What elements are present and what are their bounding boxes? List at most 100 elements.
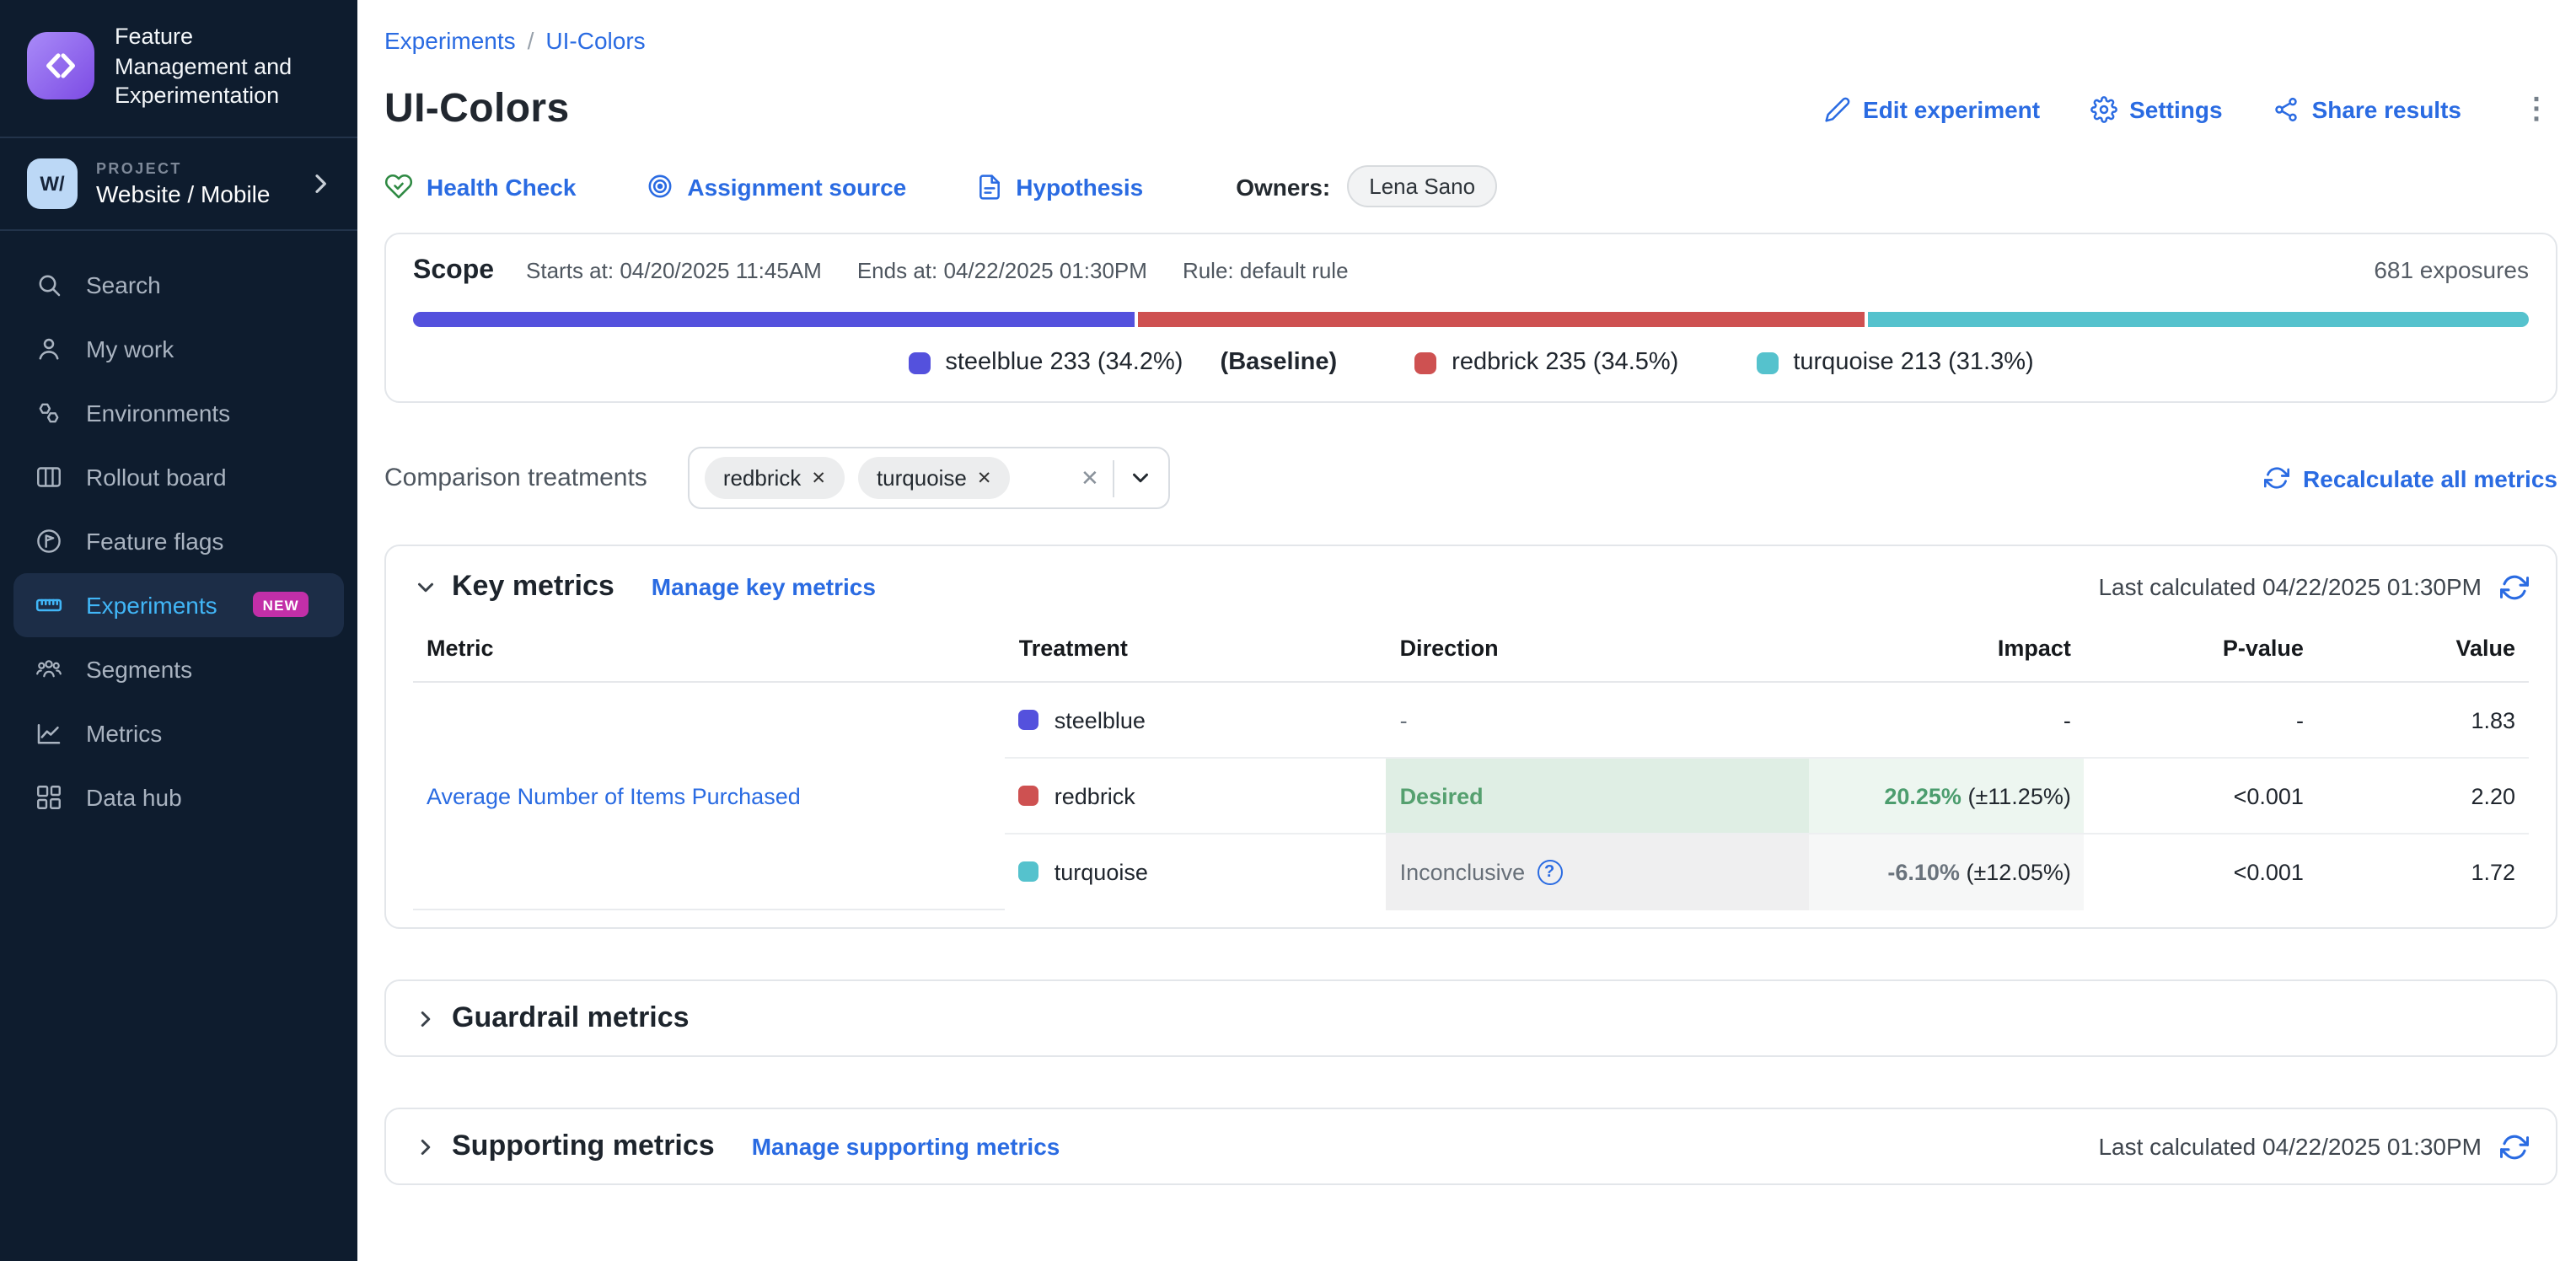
sidebar-item-environments[interactable]: Environments [13,380,344,444]
app-title: Feature Management and Experimentation [115,22,330,110]
pencil-icon [1824,96,1851,123]
steelblue-swatch [1019,710,1039,730]
impact-cell: -6.10% (±12.05%) [1810,834,2085,910]
chart-line-icon [34,717,64,748]
col-metric: Metric [413,622,1006,682]
breadcrumb-current-link[interactable]: UI-Colors [545,27,645,54]
project-switcher[interactable]: W/ PROJECT Website / Mobile [0,137,357,230]
search-icon [34,269,64,299]
sidebar-item-rollout-board[interactable]: Rollout board [13,444,344,508]
comparison-treatments-select[interactable]: redbrick ✕ turquoise ✕ ✕ [688,447,1170,509]
expand-chevron-right-icon[interactable] [413,1006,438,1031]
breadcrumb: Experiments / UI-Colors [384,27,2557,54]
key-metrics-title: Key metrics [452,570,614,604]
ruler-icon [34,589,64,620]
help-question-icon[interactable]: ? [1537,860,1562,885]
manage-supporting-metrics-link[interactable]: Manage supporting metrics [752,1133,1060,1160]
refresh-icon[interactable] [2500,572,2529,601]
project-badge: W/ [27,158,78,208]
sidebar-item-data-hub[interactable]: Data hub [13,765,344,829]
direction-badge-desired: Desired [1387,758,1810,834]
exposure-segment-steelblue [413,312,1135,327]
main-content: Experiments / UI-Colors UI-Colors Edit e… [357,0,2576,1261]
key-metrics-table: Metric Treatment Direction Impact P-valu… [413,622,2529,910]
guardrail-metrics-card: Guardrail metrics [384,979,2557,1057]
page-title: UI-Colors [384,86,570,133]
treatment-chip-redbrick[interactable]: redbrick ✕ [705,457,845,499]
scope-ends: Ends at: 04/22/2025 01:30PM [857,258,1147,283]
col-treatment: Treatment [1006,622,1387,682]
exposure-legend: steelblue 233 (34.2%) (Baseline) redbric… [413,349,2529,376]
remove-chip-icon[interactable]: ✕ [977,468,992,488]
turquoise-swatch [1019,862,1039,883]
sidebar-item-search[interactable]: Search [13,252,344,316]
edit-experiment-button[interactable]: Edit experiment [1824,96,2040,123]
exposure-bar [413,312,2529,327]
sidebar-item-my-work[interactable]: My work [13,316,344,380]
col-value: Value [2317,622,2529,682]
chevron-right-icon [307,169,334,196]
hexagons-icon [34,397,64,427]
user-icon [34,333,64,363]
exposure-segment-turquoise [1869,312,2529,327]
sidebar-item-segments[interactable]: Segments [13,636,344,700]
col-pvalue: P-value [2085,622,2317,682]
collapse-chevron-down-icon[interactable] [413,574,438,599]
project-eyebrow: PROJECT [96,159,288,176]
comparison-treatments-label: Comparison treatments [384,464,647,492]
settings-button[interactable]: Settings [2090,96,2222,123]
turquoise-swatch [1756,351,1778,373]
key-metrics-card: Key metrics Manage key metrics Last calc… [384,545,2557,929]
recalculate-all-metrics-button[interactable]: Recalculate all metrics [2264,464,2557,491]
chevron-down-icon[interactable] [1128,465,1153,491]
redbrick-swatch [1414,351,1436,373]
clear-select-icon[interactable]: ✕ [1081,464,1099,491]
owner-pill[interactable]: Lena Sano [1347,165,1497,207]
sidebar-item-experiments[interactable]: Experiments NEW [13,572,344,636]
redbrick-swatch [1019,786,1039,806]
last-calculated-text: Last calculated 04/22/2025 01:30PM [2098,1133,2482,1160]
app-brand: Feature Management and Experimentation [0,0,357,137]
hypothesis-link[interactable]: Hypothesis [975,173,1143,200]
legend-item-steelblue: steelblue 233 (34.2%) (Baseline) [908,349,1337,376]
scope-title: Scope [413,256,494,287]
sidebar-item-metrics[interactable]: Metrics [13,700,344,765]
new-badge: NEW [253,592,309,617]
sidebar-nav: Search My work Environments Rollout boar… [0,230,357,851]
kebab-menu-icon[interactable]: ⋮ [2515,93,2557,126]
table-header-row: Metric Treatment Direction Impact P-valu… [413,622,2529,682]
legend-item-turquoise: turquoise 213 (31.3%) [1756,349,2033,376]
columns-icon [34,461,64,491]
treatment-chip-turquoise[interactable]: turquoise ✕ [858,457,1011,499]
legend-item-redbrick: redbrick 235 (34.5%) [1414,349,1678,376]
metric-name-link[interactable]: Average Number of Items Purchased [427,783,801,808]
refresh-icon[interactable] [2500,1132,2529,1161]
manage-key-metrics-link[interactable]: Manage key metrics [652,573,876,600]
assignment-source-link[interactable]: Assignment source [645,172,906,201]
sidebar-item-feature-flags[interactable]: Feature flags [13,508,344,572]
steelblue-swatch [908,351,930,373]
breadcrumb-experiments-link[interactable]: Experiments [384,27,516,54]
document-icon [975,173,1002,200]
share-icon [2273,96,2300,123]
refresh-icon [2264,465,2289,491]
sidebar: Feature Management and Experimentation W… [0,0,357,1261]
expand-chevron-right-icon[interactable] [413,1134,438,1159]
share-results-button[interactable]: Share results [2273,96,2461,123]
owners-label: Owners: [1236,173,1330,200]
select-divider [1113,459,1114,496]
supporting-metrics-title: Supporting metrics [452,1130,715,1163]
last-calculated-text: Last calculated 04/22/2025 01:30PM [2098,573,2482,600]
col-impact: Impact [1810,622,2085,682]
exposure-segment-redbrick [1138,312,1865,327]
exposures-count: 681 exposures [2374,256,2529,283]
scope-rule: Rule: default rule [1183,258,1349,283]
guardrail-metrics-title: Guardrail metrics [452,1001,690,1035]
remove-chip-icon[interactable]: ✕ [811,468,826,488]
scope-card: Scope Starts at: 04/20/2025 11:45AM Ends… [384,233,2557,403]
gear-icon [2090,96,2117,123]
direction-badge-inconclusive: Inconclusive? [1387,834,1810,910]
app-window: Feature Management and Experimentation W… [0,0,2576,1261]
col-direction: Direction [1387,622,1810,682]
health-check-link[interactable]: Health Check [384,172,576,201]
